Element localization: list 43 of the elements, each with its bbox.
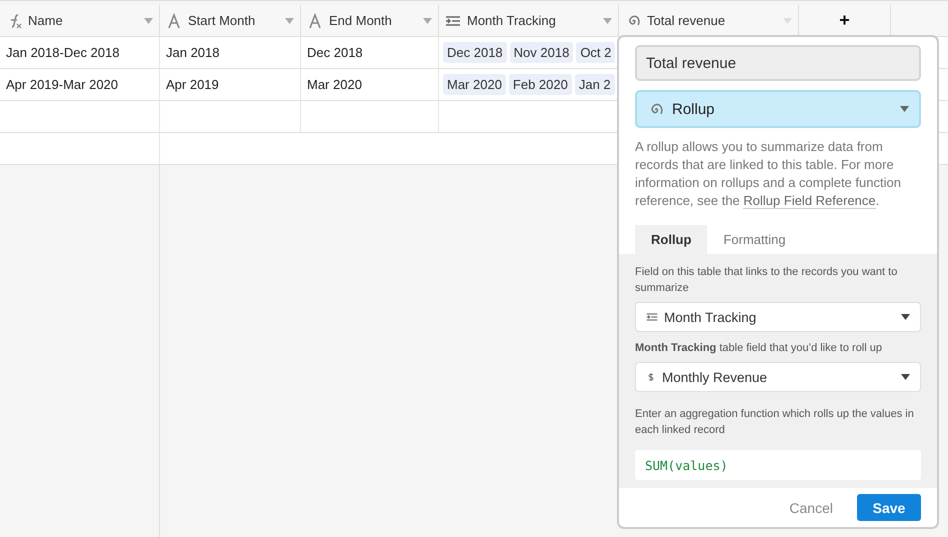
field-label: Field on this table that links to the records you want to summarize [635,265,898,296]
linked-record-chip[interactable]: Dec 2018 [443,42,507,63]
linked-record-chip[interactable]: Oct 2 [576,42,616,63]
column-header[interactable]: Name [28,13,138,28]
caret-icon [783,18,792,24]
table-cell: Dec 2018 [307,45,363,60]
table-cell: Jan 2018-Dec 2018 [6,45,120,60]
table-cell: Jan 2018 [166,45,220,60]
linked-record-chip[interactable]: Nov 2018 [510,42,574,63]
text-type-icon [307,12,323,28]
text-type-icon [166,12,182,28]
column-header[interactable]: Start Month [188,13,279,28]
caret-icon [144,18,153,24]
field-type-select[interactable]: Rollup [635,90,921,128]
caret-icon [285,18,294,24]
editor-tab[interactable]: Rollup [635,225,708,254]
field-label: Enter an aggregation function which rolls up the values in each linked record [635,407,915,438]
column-header[interactable]: End Month [329,13,417,28]
caret-icon [900,106,909,112]
currency-icon [646,371,656,383]
rollup-field-select[interactable]: Monthly Revenue [635,362,921,392]
table-cell: Apr 2019 [166,77,219,92]
table-cell: Mar 2020 [307,77,362,92]
editor-tab[interactable]: Formatting [707,225,802,254]
field-description: A rollup allows you to summarize data from records that are linked to this table. For more information on rollups and a complete function reference, see the Rollup Field Reference. [635,138,902,210]
caret-icon [901,374,910,380]
field-name-input[interactable]: Total revenue [635,45,921,81]
field-label: Month Tracking table field that you’d like to roll up [635,341,883,356]
linked-record-chip[interactable]: Jan 2 [574,74,615,95]
table-cell: Apr 2019-Mar 2020 [6,77,118,92]
caret-icon [603,18,612,24]
caret-icon [423,18,432,24]
reference-link[interactable]: Rollup Field Reference [743,193,876,209]
linked-field-select[interactable]: Month Tracking [635,302,921,332]
linked-record-chip[interactable]: Mar 2020 [443,74,506,95]
save-button[interactable]: Save [857,494,921,521]
caret-icon [901,314,910,320]
column-header[interactable]: Total revenue [647,13,777,28]
linked-record-chip[interactable]: Feb 2020 [508,74,572,95]
linked-records-icon [646,311,658,323]
cancel-button[interactable]: Cancel [783,498,839,516]
column-header[interactable]: Month Tracking [467,13,597,28]
formula-input[interactable]: SUM(values) [635,450,921,480]
